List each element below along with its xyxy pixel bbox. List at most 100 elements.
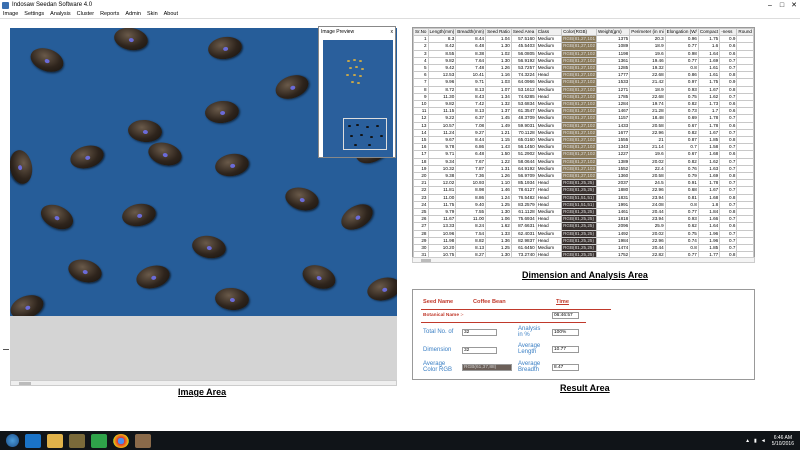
table-cell[interactable]: 20.02: [629, 157, 666, 166]
table-cell[interactable]: [736, 157, 754, 166]
table-cell[interactable]: 8: [413, 85, 429, 94]
table-cell[interactable]: 74.6285: [510, 92, 537, 102]
table-cell[interactable]: 8.13: [455, 107, 487, 116]
table-cell[interactable]: 0.82: [664, 100, 699, 109]
table-cell[interactable]: 1.31: [485, 164, 512, 174]
table-cell[interactable]: 22.68: [629, 92, 666, 102]
table-cell[interactable]: 1157: [595, 114, 631, 123]
qt-creator-icon[interactable]: [91, 433, 107, 448]
table-row[interactable]: 11 11.15 8.13 1.37 61.3547 Medium RGB(81,27,10…: [413, 107, 754, 116]
table-cell[interactable]: 1.26: [485, 172, 512, 181]
table-cell[interactable]: 8.13: [455, 244, 487, 253]
table-cell[interactable]: 1343: [595, 143, 631, 152]
table-cell[interactable]: 8.44: [455, 35, 487, 44]
table-cell[interactable]: 1467: [595, 107, 631, 116]
table-cell[interactable]: 21.28: [629, 107, 666, 116]
table-cell[interactable]: Head: [535, 186, 563, 195]
table-cell[interactable]: 20.44: [629, 208, 666, 217]
table-cell[interactable]: 1.30: [485, 208, 512, 217]
table-cell[interactable]: 2037: [595, 179, 631, 188]
table-cell[interactable]: 83.2579: [510, 200, 537, 210]
menu-reports[interactable]: Reports: [100, 11, 119, 17]
menu-admin[interactable]: Admin: [125, 11, 141, 17]
table-cell[interactable]: 64.9192: [510, 164, 537, 174]
table-cell[interactable]: 1.04: [485, 35, 512, 44]
volume-icon[interactable]: ◄: [761, 438, 766, 444]
table-cell[interactable]: 0.77: [664, 208, 699, 217]
table-cell[interactable]: 0.82: [664, 157, 699, 166]
table-cell[interactable]: 19.6: [629, 150, 666, 159]
table-cell[interactable]: Medium: [535, 128, 563, 138]
table-cell[interactable]: RGB(81,27,102: [561, 64, 597, 73]
table-cell[interactable]: 45.5403: [510, 42, 537, 51]
table-cell[interactable]: RGB(81,27,102: [561, 136, 597, 145]
table-cell[interactable]: 19.32: [629, 64, 666, 73]
table-cell[interactable]: 1818: [595, 215, 631, 224]
table-row[interactable]: 6 12.53 10.41 1.16 74.3224 Head RGB(81,27,102 1…: [413, 71, 754, 80]
table-row[interactable]: 8 8.72 8.13 1.07 53.1612 Medium RGB(81,27,102 1…: [413, 85, 754, 94]
table-cell[interactable]: 0.8: [664, 244, 699, 253]
table-cell[interactable]: 8.42: [427, 42, 457, 51]
table-cell[interactable]: 0.6: [719, 42, 738, 51]
network-icon[interactable]: ▮: [754, 438, 757, 444]
table-cell[interactable]: 1.63: [697, 164, 721, 174]
table-cell[interactable]: 0.96: [664, 35, 699, 44]
table-cell[interactable]: 57.5160: [510, 35, 537, 44]
table-cell[interactable]: 22.96: [629, 186, 666, 195]
table-cell[interactable]: 0.98: [664, 49, 699, 58]
table-cell[interactable]: RGB(81,25,25): [561, 208, 597, 217]
table-cell[interactable]: 29: [413, 236, 429, 246]
table-cell[interactable]: 15: [413, 136, 429, 145]
table-cell[interactable]: 0.7: [719, 179, 738, 188]
table-cell[interactable]: 1.30: [485, 42, 512, 51]
preview-thumbnail[interactable]: [323, 40, 393, 157]
table-cell[interactable]: [736, 42, 754, 51]
table-cell[interactable]: 0.8: [719, 85, 738, 94]
table-cell[interactable]: 19: [413, 164, 429, 174]
table-cell[interactable]: Medium: [535, 64, 563, 73]
table-cell[interactable]: 0.62: [664, 222, 699, 231]
table-cell[interactable]: [736, 244, 754, 253]
table-cell[interactable]: [736, 92, 754, 102]
table-cell[interactable]: [736, 78, 754, 87]
menu-about[interactable]: About: [164, 11, 178, 17]
table-cell[interactable]: 7.08: [455, 121, 487, 130]
table-cell[interactable]: [736, 143, 754, 152]
menu-image[interactable]: Image: [3, 11, 18, 17]
col-seed-ratio[interactable]: Seed Ratio: [485, 28, 512, 37]
menu-skin[interactable]: Skin: [147, 11, 158, 17]
table-cell[interactable]: Medium: [535, 107, 563, 116]
table-cell[interactable]: 1.46: [485, 186, 512, 195]
table-cell[interactable]: 0.8: [664, 64, 699, 73]
table-cell[interactable]: 9.82: [427, 100, 457, 109]
col-breadth[interactable]: Breadth(mm): [455, 28, 487, 37]
table-cell[interactable]: 0.9: [719, 78, 738, 87]
table-cell[interactable]: 1284: [595, 100, 631, 109]
table-row[interactable]: 4 9.82 7.64 1.30 56.9192 Medium RGB(81,27,102 1…: [413, 56, 754, 66]
table-cell[interactable]: 56.9709: [510, 172, 537, 181]
table-cell[interactable]: 1991: [595, 200, 631, 210]
table-horizontal-scrollbar[interactable]: [412, 257, 755, 263]
table-cell[interactable]: RGB(81,27,102: [561, 172, 597, 181]
table-cell[interactable]: [736, 229, 754, 238]
preview-viewport-box[interactable]: [343, 118, 387, 150]
table-cell[interactable]: 0.7: [719, 229, 738, 238]
col-class[interactable]: Class: [535, 28, 563, 37]
table-cell[interactable]: 19.74: [629, 100, 666, 109]
table-cell[interactable]: 1.10: [485, 179, 512, 188]
table-cell[interactable]: 12.02: [427, 179, 457, 188]
col-round[interactable]: Round: [736, 28, 754, 37]
table-cell[interactable]: 1474: [595, 244, 631, 253]
table-cell[interactable]: Medium: [535, 78, 563, 87]
table-cell[interactable]: 2096: [595, 222, 631, 231]
table-cell[interactable]: 6.48: [455, 150, 487, 159]
table-cell[interactable]: 12.53: [427, 71, 457, 80]
table-cell[interactable]: 0.6: [719, 150, 738, 159]
table-cell[interactable]: 1.84: [697, 208, 721, 217]
table-cell[interactable]: 76.5482: [510, 193, 537, 202]
table-row[interactable]: 2 8.42 6.48 1.30 45.5403 Medium RGB(81,27,102 1…: [413, 42, 754, 51]
table-cell[interactable]: Medium: [535, 35, 563, 44]
table-cell[interactable]: Medium: [535, 100, 563, 109]
table-cell[interactable]: Medium: [535, 49, 563, 58]
table-cell[interactable]: 1.78: [697, 121, 721, 130]
